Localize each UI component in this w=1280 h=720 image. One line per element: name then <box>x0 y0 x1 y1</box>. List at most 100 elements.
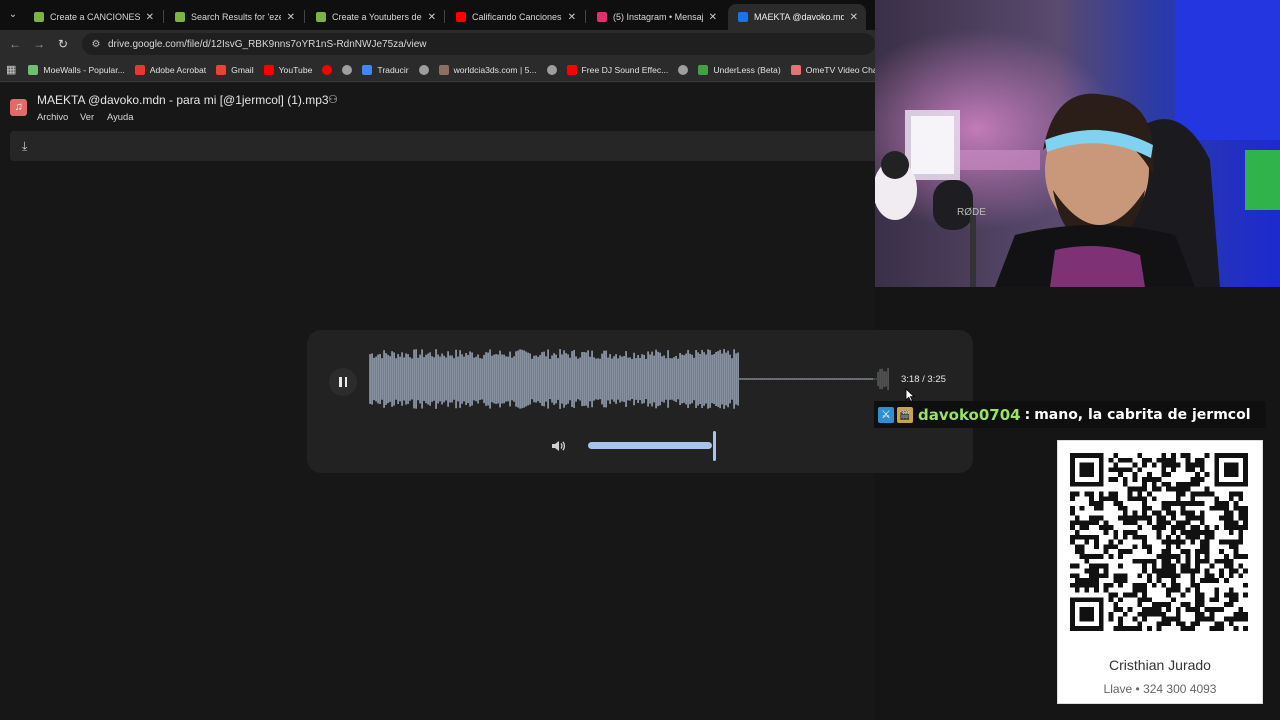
bookmark[interactable]: UnderLess (Beta) <box>698 64 781 75</box>
waveform-bar <box>653 355 655 403</box>
bookmark[interactable]: worldcia3ds.com | 5... <box>438 64 537 75</box>
tab-search-icon[interactable]: ⌄ <box>5 7 21 23</box>
bookmark[interactable]: MoeWalls - Popular... <box>28 64 125 75</box>
waveform-bar <box>601 353 603 405</box>
waveform-bar <box>729 354 731 404</box>
waveform-bar <box>401 352 403 406</box>
address-bar[interactable]: ⚙ drive.google.com/file/d/12IsvG_RBK9nns… <box>82 33 875 55</box>
waveform-bar <box>563 350 565 408</box>
menu-ver[interactable]: Ver <box>80 111 94 122</box>
waveform-bar <box>611 358 613 400</box>
bookmark-label: Adobe Acrobat <box>149 64 207 75</box>
tab-close-icon[interactable]: ✕ <box>146 12 154 23</box>
tab-close-icon[interactable]: ✕ <box>428 12 436 23</box>
waveform-bar <box>829 378 831 380</box>
menu-archivo[interactable]: Archivo <box>37 111 68 122</box>
browser-tab[interactable]: MAEKTA @davoko.mdn - p ✕ <box>728 4 866 30</box>
chat-separator: : <box>1024 406 1031 423</box>
waveform-bar <box>699 354 701 404</box>
waveform-bar <box>887 367 889 391</box>
waveform-bar <box>511 357 513 401</box>
waveform-bar <box>549 358 551 400</box>
waveform-bar <box>467 354 469 404</box>
download-icon[interactable]: ⤓ <box>22 139 27 154</box>
forward-icon[interactable]: → <box>31 36 47 52</box>
audio-file-icon: ♫ <box>10 99 27 116</box>
waveform-bar <box>711 354 713 404</box>
bookmark[interactable] <box>322 64 333 75</box>
waveform-bar <box>593 357 595 401</box>
waveform-bar <box>845 378 847 380</box>
bookmark[interactable] <box>546 64 557 75</box>
waveform-bar <box>761 378 763 380</box>
bookmark-favicon-icon <box>28 64 39 75</box>
bookmark-label: Traducir <box>377 64 409 75</box>
bookmark[interactable] <box>342 64 353 75</box>
menu-ayuda[interactable]: Ayuda <box>107 111 133 122</box>
waveform-bar <box>623 356 625 402</box>
waveform-bar <box>395 358 397 400</box>
tab-close-icon[interactable]: ✕ <box>568 12 576 23</box>
waveform-bar <box>665 358 667 400</box>
waveform-bar <box>795 378 797 380</box>
waveform-bar <box>479 358 481 400</box>
waveform-bar <box>727 350 729 408</box>
waveform-bar <box>749 378 751 380</box>
tab-close-icon[interactable]: ✕ <box>287 12 295 23</box>
waveform-bar <box>857 378 859 380</box>
waveform-bar <box>693 357 695 401</box>
browser-tab[interactable]: Create a CANCIONES DE M ✕ <box>24 4 162 30</box>
pause-button[interactable] <box>329 368 357 396</box>
site-info-icon[interactable]: ⚙ <box>88 39 104 50</box>
waveform-bar <box>619 355 621 403</box>
volume-icon[interactable] <box>550 438 566 454</box>
waveform-bar <box>509 351 511 407</box>
browser-tab[interactable]: (5) Instagram • Mensajes ✕ <box>587 4 725 30</box>
waveform-bar <box>457 356 459 402</box>
waveform-bar <box>417 357 419 401</box>
bookmark[interactable] <box>678 64 689 75</box>
browser-tab[interactable]: Create a Youtubers de mú ✕ <box>306 4 444 30</box>
waveform-bar <box>439 356 441 402</box>
bookmark[interactable]: Traducir <box>362 64 409 75</box>
bookmark[interactable]: Adobe Acrobat <box>134 64 207 75</box>
volume-slider-handle[interactable] <box>713 431 716 461</box>
reload-icon[interactable]: ↻ <box>55 36 71 52</box>
waveform-bar <box>429 352 431 406</box>
waveform-bar <box>369 354 371 404</box>
waveform-bar <box>689 353 691 405</box>
waveform-seekbar[interactable] <box>369 346 889 412</box>
waveform-bar <box>715 351 717 407</box>
apps-grid-icon[interactable]: ▦ <box>6 63 16 77</box>
back-icon[interactable]: ← <box>7 36 23 52</box>
waveform-bar <box>793 378 795 380</box>
bookmark[interactable]: YouTube <box>263 64 312 75</box>
file-title: MAEKTA @davoko.mdn - para mi [@1jermcol]… <box>37 93 329 107</box>
waveform-bar <box>871 378 873 380</box>
browser-tab[interactable]: Search Results for 'ezewkip' ✕ <box>165 4 303 30</box>
bookmark[interactable]: Free DJ Sound Effec... <box>566 64 668 75</box>
waveform-bar <box>585 352 587 406</box>
waveform-bar <box>631 358 633 400</box>
waveform-bar <box>663 355 665 403</box>
waveform-bar <box>487 352 489 406</box>
waveform-bar <box>835 378 837 380</box>
tab-close-icon[interactable]: ✕ <box>709 12 717 23</box>
waveform-bar <box>587 350 589 408</box>
bookmark[interactable]: OmeTV Video Chat... <box>790 64 875 75</box>
waveform-bar <box>415 349 417 409</box>
browser-tab[interactable]: Calificando Canciones de ✕ <box>446 4 584 30</box>
viewer-header: ♫ MAEKTA @davoko.mdn - para mi [@1jermco… <box>0 83 875 129</box>
waveform-bar <box>579 357 581 401</box>
volume-slider[interactable] <box>588 442 712 449</box>
bookmark-favicon-icon <box>546 64 557 75</box>
bookmark[interactable] <box>418 64 429 75</box>
bookmark-favicon-icon <box>418 64 429 75</box>
waveform-bar <box>555 354 557 404</box>
tab-close-icon[interactable]: ✕ <box>850 12 858 23</box>
waveform-bar <box>523 350 525 408</box>
waveform-bar <box>809 378 811 380</box>
bookmark[interactable]: Gmail <box>216 64 254 75</box>
waveform-bar <box>841 378 843 380</box>
waveform-bar <box>885 371 887 387</box>
